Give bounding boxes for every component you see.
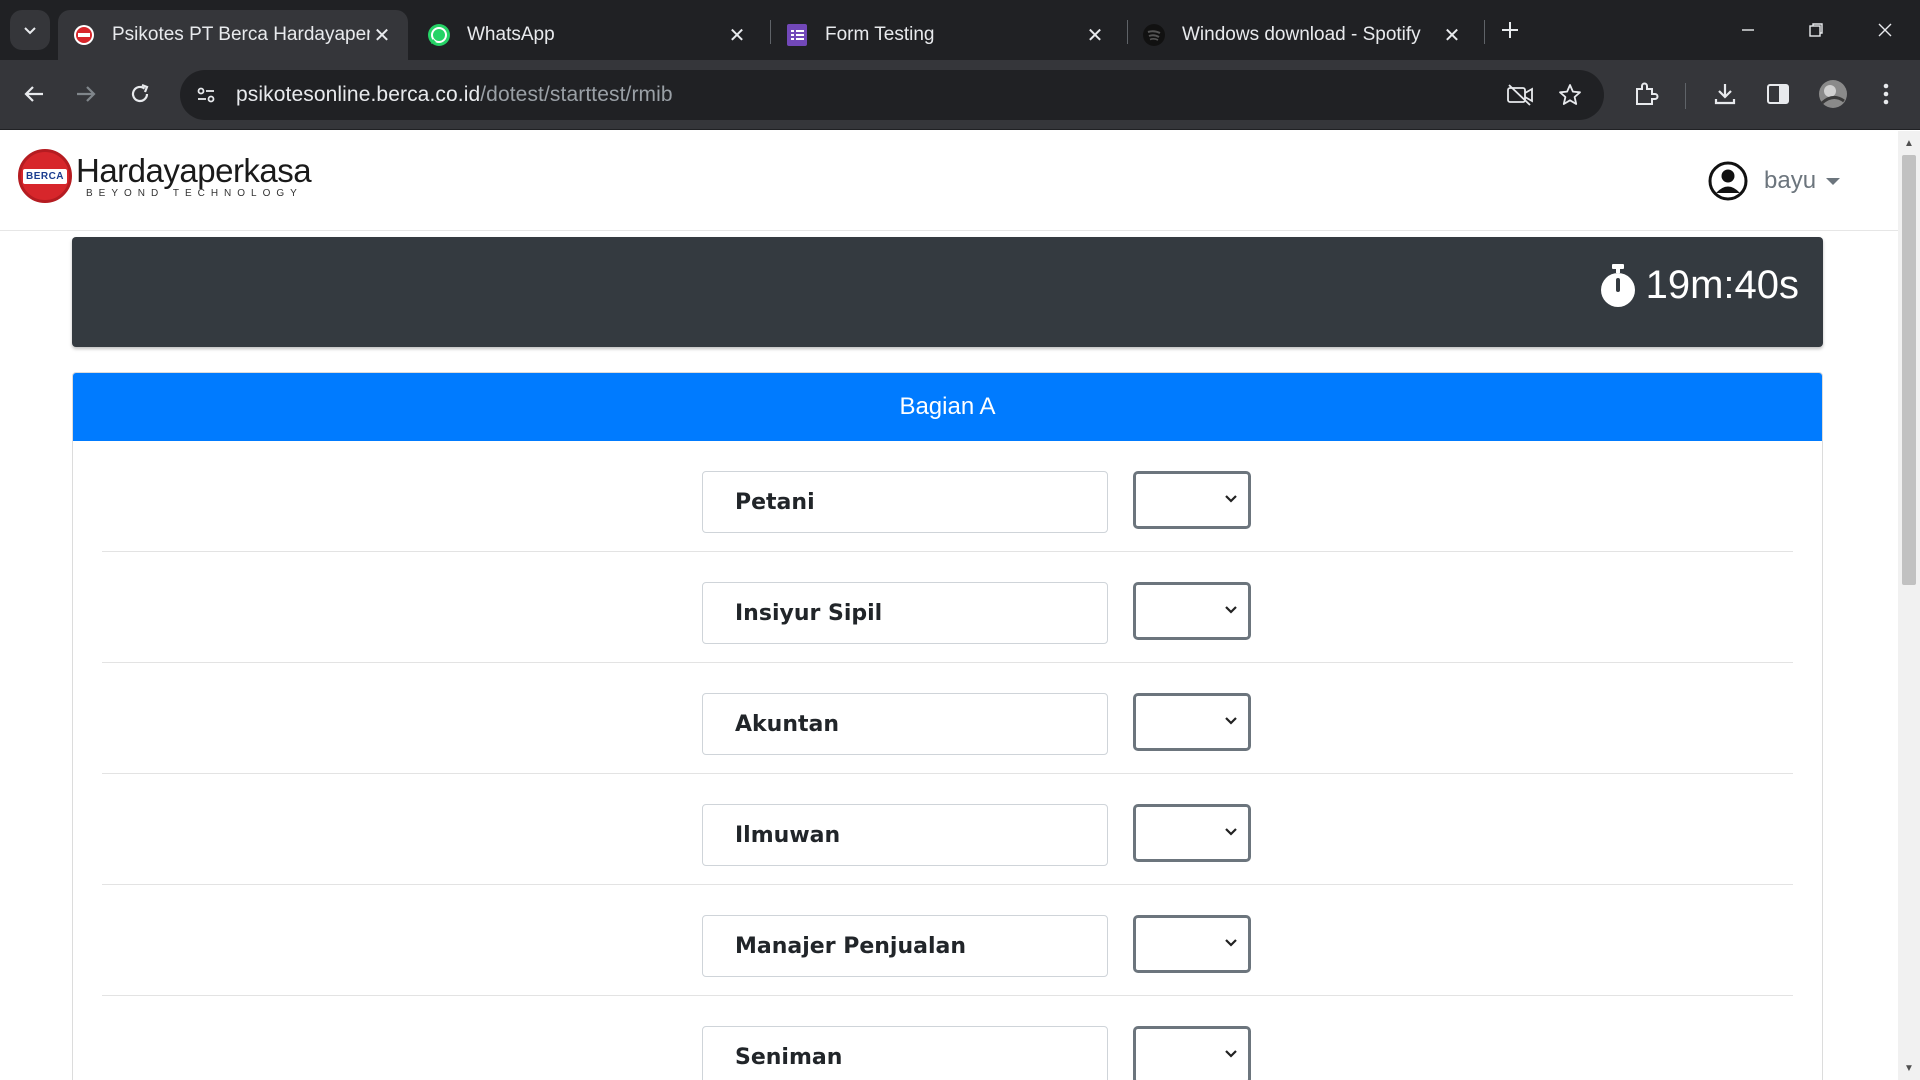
- camera-blocked-icon[interactable]: [1502, 77, 1538, 113]
- job-row: Ilmuwan: [102, 774, 1793, 885]
- page-scrollbar[interactable]: ▲ ▼: [1898, 131, 1920, 1080]
- rank-select[interactable]: [1133, 915, 1251, 973]
- tab-whatsapp[interactable]: WhatsApp ✕: [413, 10, 763, 60]
- job-label: Akuntan: [702, 693, 1108, 755]
- rank-select[interactable]: [1133, 693, 1251, 751]
- minimize-button[interactable]: [1718, 8, 1778, 52]
- caret-down-icon: [1826, 177, 1841, 185]
- chevron-down-icon: [1225, 717, 1237, 725]
- page-viewport: BERCA Hardayaperkasa BEYOND TECHNOLOGY b…: [0, 131, 1898, 1080]
- restore-icon: [1809, 23, 1823, 37]
- chevron-down-icon: [1225, 1050, 1237, 1058]
- job-label: Petani: [702, 471, 1108, 533]
- berca-logo-badge: BERCA: [18, 149, 72, 203]
- timer-bar: 19m:40s: [72, 237, 1823, 347]
- tab-spotify[interactable]: Windows download - Spotify ✕: [1128, 10, 1478, 60]
- side-panel-icon[interactable]: [1758, 74, 1798, 114]
- countdown-timer: 19m:40s: [1600, 263, 1799, 308]
- tab-psikotes[interactable]: Psikotes PT Berca Hardayaperkasa ✕: [58, 10, 408, 60]
- tab-search-button[interactable]: [10, 10, 50, 50]
- job-label: Seniman: [702, 1026, 1108, 1080]
- logo-badge-text: BERCA: [22, 168, 68, 184]
- arrow-right-icon: [77, 86, 96, 102]
- berca-favicon: [72, 23, 96, 47]
- job-label: Manajer Penjualan: [702, 915, 1108, 977]
- logo-tagline: BEYOND TECHNOLOGY: [86, 187, 303, 199]
- tab-title: WhatsApp: [467, 24, 555, 45]
- job-label: Insiyur Sipil: [702, 582, 1108, 644]
- user-circle-icon: [1708, 161, 1748, 201]
- rank-select[interactable]: [1133, 804, 1251, 862]
- section-header: Bagian A: [73, 373, 1822, 441]
- job-row: Manajer Penjualan: [102, 885, 1793, 996]
- scroll-up-arrow-icon[interactable]: ▲: [1898, 135, 1920, 151]
- user-menu-dropdown[interactable]: bayu: [1708, 161, 1841, 201]
- reload-button[interactable]: [120, 74, 160, 114]
- job-row: Petani: [102, 441, 1793, 552]
- profile-avatar[interactable]: [1813, 74, 1853, 114]
- star-icon[interactable]: [1552, 77, 1588, 113]
- plus-icon: [1502, 22, 1518, 38]
- logo-name: Hardayaperkasa: [76, 151, 312, 189]
- tab-title: Form Testing: [825, 24, 935, 45]
- stopwatch-icon: [1600, 263, 1635, 307]
- reload-icon: [131, 83, 149, 103]
- close-icon[interactable]: ✕: [370, 23, 394, 47]
- arrow-left-icon: [24, 86, 43, 102]
- url-path: /dotest/starttest/rmib: [480, 83, 673, 106]
- rank-select[interactable]: [1133, 1026, 1251, 1080]
- whatsapp-icon: [427, 23, 451, 47]
- toolbar-divider: [1685, 83, 1686, 109]
- close-icon: [1878, 23, 1892, 37]
- username: bayu: [1764, 167, 1817, 194]
- site-header: BERCA Hardayaperkasa BEYOND TECHNOLOGY b…: [0, 131, 1898, 231]
- chevron-down-icon: [1225, 939, 1237, 947]
- spotify-icon: [1142, 23, 1166, 47]
- download-icon[interactable]: [1705, 74, 1745, 114]
- chevron-down-icon: [1225, 606, 1237, 614]
- scroll-thumb[interactable]: [1902, 155, 1916, 585]
- job-label: Ilmuwan: [702, 804, 1108, 866]
- scroll-down-arrow-icon[interactable]: ▼: [1898, 1060, 1920, 1076]
- logo-wordmark: Hardayaperkasa BEYOND TECHNOLOGY: [76, 151, 312, 199]
- company-logo[interactable]: BERCA Hardayaperkasa BEYOND TECHNOLOGY: [18, 149, 312, 203]
- extensions-icon[interactable]: [1626, 74, 1666, 114]
- forward-button[interactable]: [66, 74, 106, 114]
- rank-select[interactable]: [1133, 471, 1251, 529]
- job-row: Seniman: [102, 996, 1793, 1080]
- window-close-button[interactable]: [1855, 8, 1915, 52]
- close-icon[interactable]: ✕: [1083, 23, 1107, 47]
- close-icon[interactable]: ✕: [725, 23, 749, 47]
- site-info-icon[interactable]: [188, 77, 224, 113]
- close-icon[interactable]: ✕: [1440, 23, 1464, 47]
- job-row: Insiyur Sipil: [102, 552, 1793, 663]
- chevron-down-icon: [1225, 828, 1237, 836]
- url-text[interactable]: psikotesonline.berca.co.id/dotest/startt…: [236, 83, 673, 107]
- browser-tabstrip: Psikotes PT Berca Hardayaperkasa ✕ Whats…: [0, 0, 1920, 60]
- google-forms-icon: [785, 23, 809, 47]
- job-row: Akuntan: [102, 663, 1793, 774]
- job-list: Petani Insiyur Sipil Akuntan Ilmuwan Man…: [73, 441, 1822, 1080]
- tab-form-testing[interactable]: Form Testing ✕: [771, 10, 1121, 60]
- tab-title: Psikotes PT Berca Hardayaperkasa: [112, 24, 370, 45]
- restore-button[interactable]: [1786, 8, 1846, 52]
- section-title: Bagian A: [899, 393, 996, 420]
- chevron-down-icon: [24, 27, 36, 35]
- browser-toolbar: psikotesonline.berca.co.id/dotest/startt…: [0, 60, 1920, 130]
- tab-title: Windows download - Spotify: [1182, 24, 1421, 45]
- minimize-icon: [1742, 29, 1754, 31]
- timer-text: 19m:40s: [1645, 263, 1799, 307]
- section-card: Bagian A Petani Insiyur Sipil Akuntan Il…: [72, 372, 1823, 1080]
- url-host: psikotesonline.berca.co.id: [236, 83, 481, 106]
- rank-select[interactable]: [1133, 582, 1251, 640]
- address-bar[interactable]: psikotesonline.berca.co.id/dotest/startt…: [180, 70, 1604, 120]
- more-menu-icon[interactable]: [1866, 74, 1906, 114]
- chevron-down-icon: [1225, 495, 1237, 503]
- back-button[interactable]: [14, 74, 54, 114]
- tab-separator: [1484, 20, 1485, 44]
- new-tab-button[interactable]: [1494, 14, 1526, 46]
